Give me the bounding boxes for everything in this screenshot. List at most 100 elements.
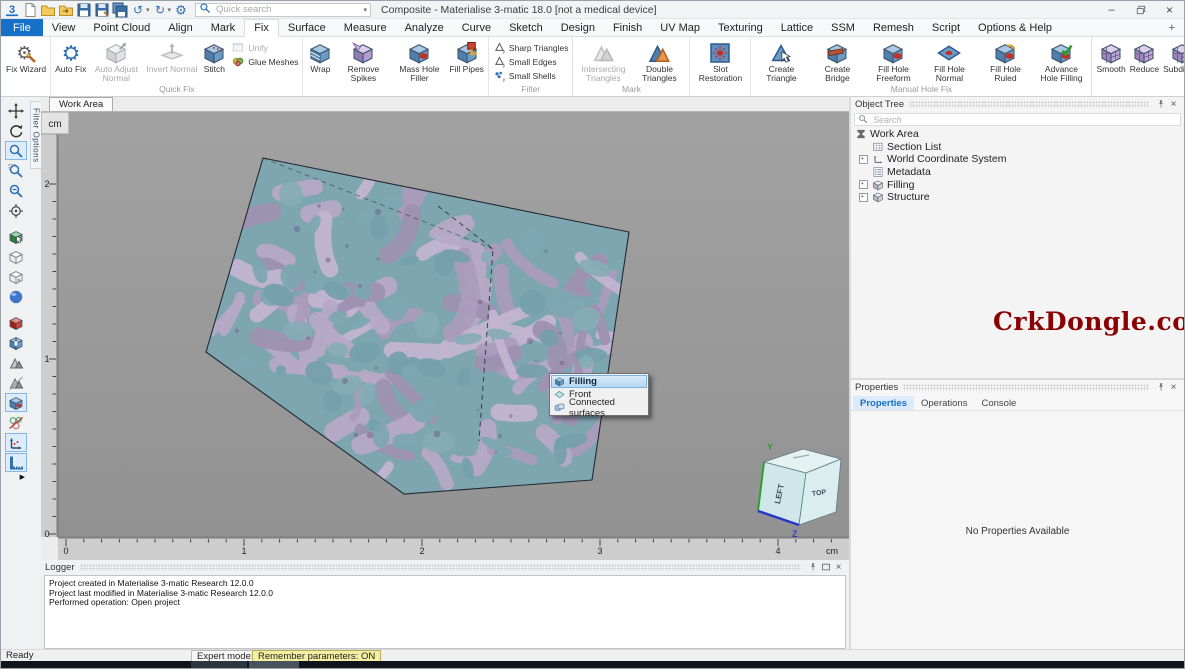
menu-tab-lattice[interactable]: Lattice (772, 19, 822, 36)
rotate-view-icon[interactable] (5, 121, 27, 140)
hide-entities-icon[interactable] (5, 413, 27, 432)
glue-meshes-button[interactable]: Glue Meshes (229, 55, 300, 69)
reduce-button[interactable]: Reduce (1128, 38, 1161, 84)
tree-item-structure[interactable]: Structure (851, 191, 1184, 204)
unzoom-icon[interactable] (5, 181, 27, 200)
zoom-view-icon[interactable] (5, 141, 27, 160)
redo-button[interactable]: ↻ (152, 2, 168, 17)
clipping-view-icon[interactable] (5, 333, 27, 352)
create-triangle-button[interactable]: Create Triangle (753, 38, 809, 84)
menu-tab-texturing[interactable]: Texturing (709, 19, 772, 36)
undo-button-caret[interactable]: ▾ (146, 6, 150, 14)
tree-item-filling[interactable]: Filling (851, 178, 1184, 191)
save-all-button[interactable] (112, 2, 128, 17)
show-axes-icon[interactable] (5, 433, 27, 452)
mass-hole-filler-button[interactable]: Mass Hole Filler (391, 38, 447, 84)
menu-tab-fix[interactable]: Fix (244, 19, 279, 37)
fix-wizard-button[interactable]: ⚙Fix Wizard (4, 38, 48, 84)
object-tree-search-input[interactable] (871, 114, 1177, 126)
menu-tab-ssm[interactable]: SSM (822, 19, 864, 36)
settings-button[interactable]: ⚙ (173, 2, 189, 17)
fill-pipes-button[interactable]: Fill Pipes (447, 38, 485, 84)
close-icon[interactable]: × (1167, 382, 1180, 393)
minimize-button[interactable]: – (1097, 1, 1126, 19)
pan-view-icon[interactable] (5, 101, 27, 120)
wrap-button[interactable]: Wrap (305, 38, 335, 84)
subdivide-button[interactable]: Subdivide (1161, 38, 1184, 84)
wireframe-view-icon[interactable] (5, 247, 27, 266)
context-item-filling[interactable]: Filling (551, 375, 647, 388)
filter-triangles-alt-icon[interactable] (5, 373, 27, 392)
chevron-down-icon[interactable]: ▾ (364, 6, 368, 14)
show-ruler-icon[interactable] (5, 453, 27, 472)
pin-icon[interactable] (1154, 382, 1167, 392)
tab-operations[interactable]: Operations (914, 396, 974, 410)
menu-tab-remesh[interactable]: Remesh (864, 19, 923, 36)
menu-overflow-button[interactable]: + (1160, 19, 1184, 36)
undo-button[interactable]: ↺ (130, 2, 146, 17)
auto-fix-button[interactable]: ⚙Auto Fix (53, 38, 88, 84)
solid-view-icon[interactable] (5, 313, 27, 332)
slot-restoration-button[interactable]: Slot Restoration (692, 38, 748, 84)
menu-tab-finish[interactable]: Finish (604, 19, 651, 36)
close-icon[interactable]: × (832, 562, 845, 573)
menu-tab-sketch[interactable]: Sketch (500, 19, 552, 36)
menu-tab-surface[interactable]: Surface (279, 19, 335, 36)
menu-tab-design[interactable]: Design (552, 19, 604, 36)
advance-hole-filling-button[interactable]: Advance Hole Filling (1033, 38, 1089, 84)
fill-hole-normal-button[interactable]: Fill Hole Normal (921, 38, 977, 84)
tree-item-metadata[interactable]: Metadata (851, 166, 1184, 179)
menu-tab-view[interactable]: View (43, 19, 85, 36)
pick-item-icon[interactable] (5, 227, 27, 246)
menu-tab-curve[interactable]: Curve (453, 19, 500, 36)
import-button[interactable] (58, 2, 74, 17)
show-marked-icon[interactable] (5, 393, 27, 412)
stitch-button[interactable]: Stitch (199, 38, 229, 84)
viewport[interactable]: 01234cm210cmLEFTTOPYZ Work Area FillingF… (41, 97, 849, 560)
save-as-button[interactable] (94, 2, 110, 17)
hidden-line-view-icon[interactable] (5, 267, 27, 286)
zoom-window-icon[interactable] (5, 161, 27, 180)
tree-item-work-area[interactable]: Work Area (851, 128, 1184, 141)
menu-tab-script[interactable]: Script (923, 19, 969, 36)
menu-tab-align[interactable]: Align (159, 19, 201, 36)
filter-triangles-icon[interactable] (5, 353, 27, 372)
scene-3d[interactable]: 01234cm210cmLEFTTOPYZ (41, 97, 849, 560)
tab-console[interactable]: Console (974, 396, 1023, 410)
menu-file-button[interactable]: File (1, 19, 43, 36)
fill-hole-ruled-button[interactable]: Fill Hole Ruled (977, 38, 1033, 84)
expand-icon[interactable] (859, 180, 868, 189)
menu-tab-measure[interactable]: Measure (335, 19, 396, 36)
small-edges-button[interactable]: ySmall Edges (491, 55, 571, 69)
menu-tab-point-cloud[interactable]: Point Cloud (84, 19, 159, 36)
menu-tab-analyze[interactable]: Analyze (396, 19, 453, 36)
small-shells-button[interactable]: ySmall Shells (491, 69, 571, 83)
tree-item-section-list[interactable]: Section List (851, 141, 1184, 154)
quick-search-input[interactable] (214, 3, 362, 16)
close-icon[interactable]: × (1167, 99, 1180, 110)
work-area-tab[interactable]: Work Area (49, 97, 113, 111)
context-item-connected-surfaces[interactable]: Connected surfaces (551, 401, 647, 414)
quick-search[interactable]: ▾ (195, 3, 371, 17)
sharp-triangles-button[interactable]: ySharp Triangles (491, 41, 571, 55)
pin-icon[interactable] (806, 562, 819, 572)
menu-tab-mark[interactable]: Mark (202, 19, 244, 36)
menu-tab-options-help[interactable]: Options & Help (969, 19, 1061, 36)
menu-tab-uv-map[interactable]: UV Map (651, 19, 709, 36)
open-project-button[interactable] (40, 2, 56, 17)
restore-button[interactable] (1126, 1, 1155, 19)
zoom-center-icon[interactable] (5, 201, 27, 220)
create-bridge-button[interactable]: Create Bridge (809, 38, 865, 84)
close-button[interactable]: × (1155, 1, 1184, 19)
object-tree-search[interactable] (854, 113, 1181, 126)
maximize-icon[interactable] (819, 562, 832, 572)
tab-properties[interactable]: Properties (853, 396, 914, 410)
expand-icon[interactable] (859, 155, 868, 164)
double-triangles-button[interactable]: Double Triangles (631, 38, 687, 84)
remove-spikes-button[interactable]: Remove Spikes (335, 38, 391, 84)
toolbar-overflow-icon[interactable]: ▶ (5, 473, 27, 481)
redo-button-caret[interactable]: ▾ (168, 6, 172, 14)
pin-icon[interactable] (1154, 99, 1167, 109)
shaded-view-icon[interactable] (5, 287, 27, 306)
smooth-button[interactable]: Smooth (1094, 38, 1127, 84)
